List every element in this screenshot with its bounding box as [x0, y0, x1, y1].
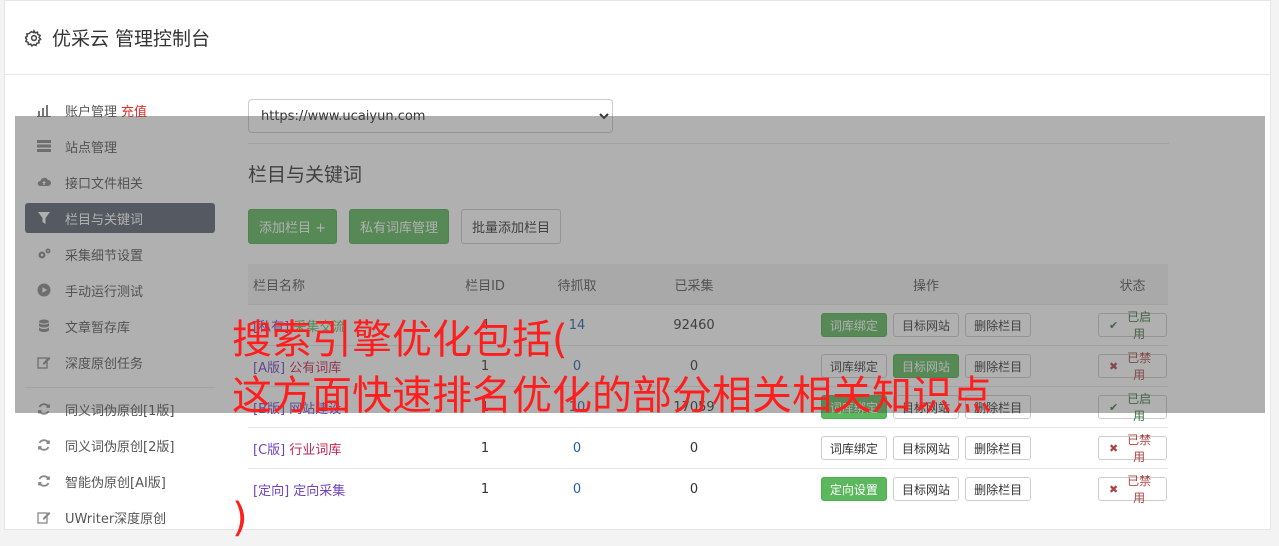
- sidebar-item-label: 同义词伪原创[2版]: [65, 439, 175, 455]
- delete-column-button[interactable]: 删除栏目: [965, 477, 1032, 501]
- column-prefix: [C版]: [253, 442, 286, 458]
- pending-count: 0: [521, 427, 633, 469]
- refresh-icon: [37, 438, 51, 452]
- sidebar-item-ai-original[interactable]: 智能伪原创[AI版]: [25, 466, 215, 496]
- ops-cell: 词库绑定 目标网站 删除栏目: [755, 427, 1097, 469]
- promo-line-1: 搜索引擎优化包括(: [232, 317, 568, 363]
- table-row: [定向] 定向采集 1 0 0 定向设置 目标网站 删除栏目 ✖ 已禁用: [248, 468, 1168, 509]
- header: 优采云 管理控制台: [5, 1, 1270, 75]
- table-row: [C版] 行业词库 1 0 0 词库绑定 目标网站 删除栏目 ✖ 已禁用: [248, 427, 1168, 469]
- delete-column-button[interactable]: 删除栏目: [965, 436, 1032, 460]
- column-name[interactable]: 行业词库: [289, 443, 341, 458]
- status-label: 已禁用: [1127, 474, 1152, 505]
- collected-count: 0: [633, 468, 755, 509]
- column-prefix: [定向]: [253, 483, 290, 499]
- status-cell: ✖ 已禁用: [1097, 468, 1168, 509]
- promo-line-3: ): [232, 495, 248, 541]
- column-name-cell[interactable]: [定向] 定向采集: [248, 468, 449, 509]
- sidebar-item-label: UWriter深度原创: [65, 511, 167, 527]
- sidebar-item-label: 智能伪原创[AI版]: [65, 475, 166, 491]
- target-site-button[interactable]: 目标网站: [892, 477, 959, 501]
- edit-icon: [37, 510, 51, 524]
- target-site-button[interactable]: 目标网站: [892, 436, 959, 460]
- promo-line-2: 这方面快速排名优化的部分相关相关知识点: [232, 373, 992, 419]
- bar-chart-icon: [37, 103, 51, 117]
- column-name[interactable]: 定向采集: [293, 484, 345, 499]
- app-title: 优采云 管理控制台: [52, 28, 211, 50]
- bind-lexicon-button[interactable]: 词库绑定: [820, 436, 887, 460]
- x-icon: ✖: [1109, 482, 1119, 496]
- status-label: 已禁用: [1127, 433, 1152, 464]
- sidebar-item-uwriter[interactable]: UWriter深度原创: [25, 502, 215, 532]
- sidebar-item-synonym-v2[interactable]: 同义词伪原创[2版]: [25, 430, 215, 460]
- ops-cell: 定向设置 目标网站 删除栏目: [755, 468, 1097, 509]
- column-name-cell[interactable]: [C版] 行业词库: [248, 427, 449, 469]
- status-toggle[interactable]: ✖ 已禁用: [1098, 433, 1167, 464]
- collected-count: 0: [633, 427, 755, 469]
- gear-icon: [25, 28, 42, 47]
- column-id: 1: [449, 468, 521, 509]
- promo-headline: 搜索引擎优化包括( 这方面快速排名优化的部分相关相关知识点: [232, 312, 992, 424]
- column-id: 1: [449, 427, 521, 469]
- status-cell: ✖ 已禁用: [1097, 427, 1168, 469]
- x-icon: ✖: [1109, 441, 1119, 455]
- pending-count: 0: [521, 468, 633, 509]
- status-toggle[interactable]: ✖ 已禁用: [1098, 474, 1167, 505]
- directed-settings-button[interactable]: 定向设置: [820, 477, 887, 501]
- refresh-icon: [37, 474, 51, 488]
